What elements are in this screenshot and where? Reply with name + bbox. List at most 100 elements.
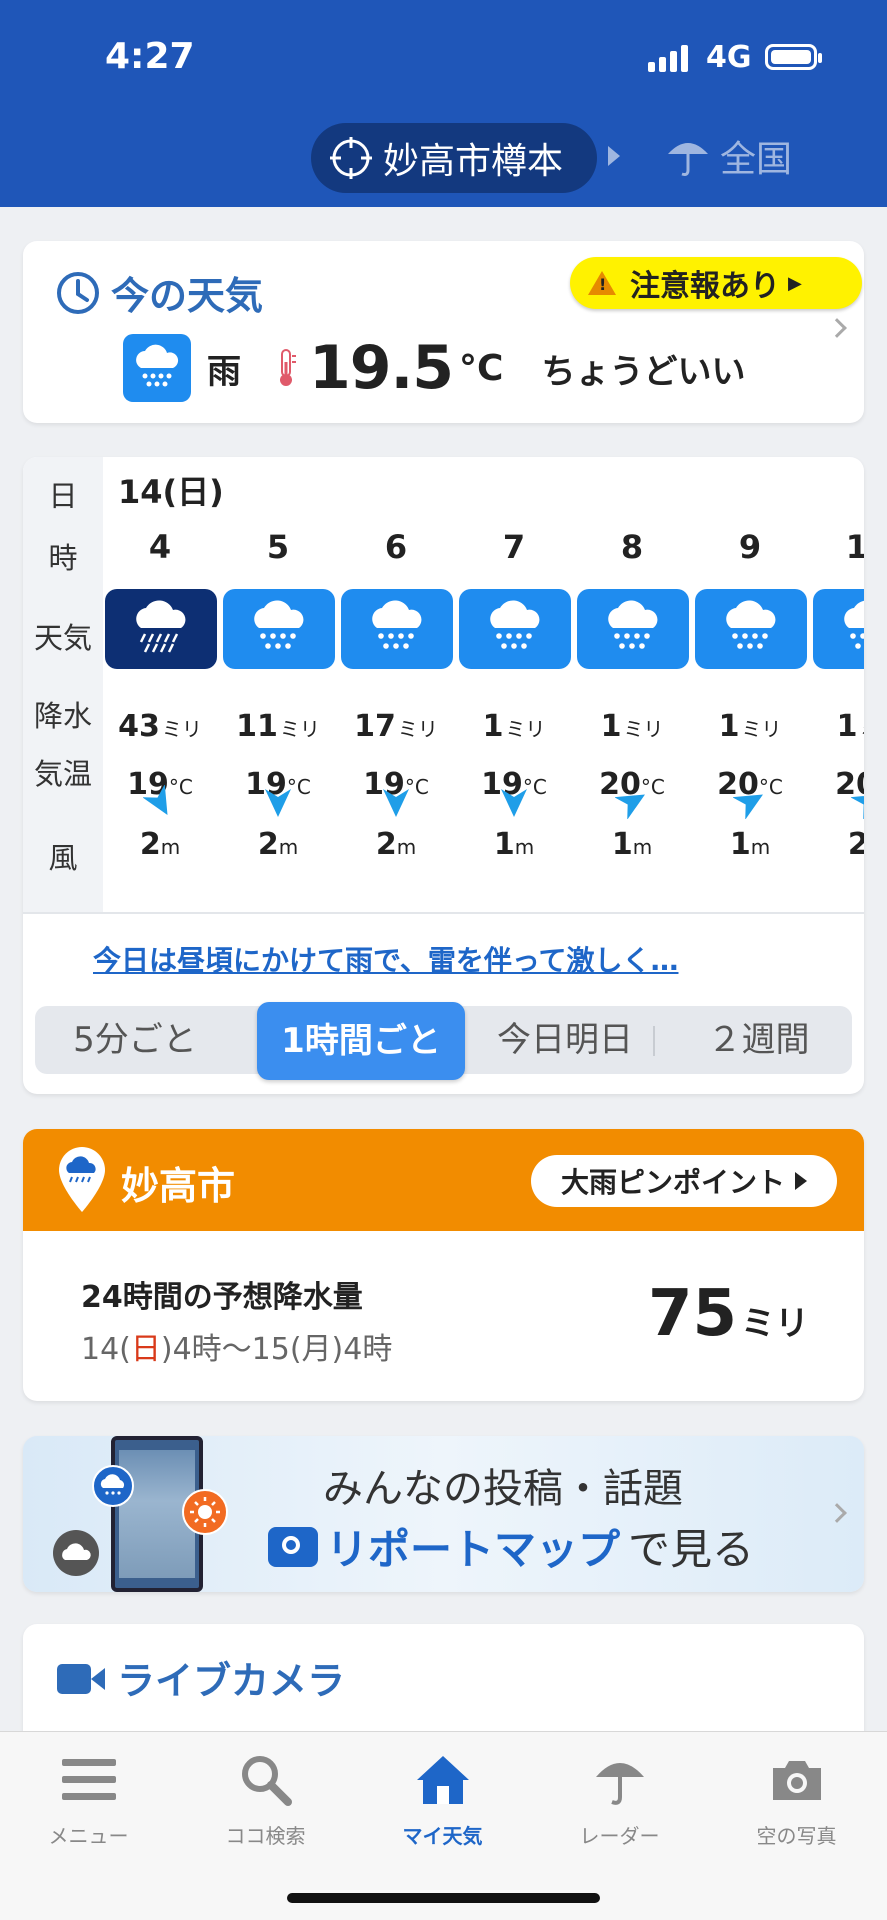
- rain-icon: [123, 334, 191, 402]
- current-weather-card[interactable]: 今の天気 注意報あり ▶ 雨 19.5 °C ちょうどいい: [23, 241, 864, 423]
- tab-menu-label: メニュー: [48, 1824, 129, 1848]
- play-icon: [795, 1172, 807, 1190]
- wind-speed: 1m: [729, 827, 771, 862]
- hour-column: 7 1 ミリ 19°C 1m: [457, 527, 571, 912]
- wind-speed: 1m: [493, 827, 535, 862]
- report-see-label: で見る: [628, 1525, 755, 1574]
- hour-label: 10: [845, 528, 864, 566]
- wind-arrow-icon: [733, 794, 763, 819]
- wind-arrow-icon: [501, 789, 527, 817]
- tab-search-label: ココ検索: [225, 1824, 306, 1848]
- search-icon: [234, 1748, 298, 1812]
- home-icon: [411, 1748, 475, 1812]
- heavy-rain-header: 妙高市 大雨ピンポイント: [23, 1129, 864, 1231]
- hourly-forecast-card: 日 時 天気 降水 気温 風 14(日) 4 43 ミリ 19°C 2m 5 11 ミリ 19°…: [23, 457, 864, 1094]
- hour-column: 9 1 ミリ 20°C 1m: [693, 527, 807, 912]
- current-temperature: 19.5: [309, 333, 454, 403]
- wind-speed: 2m: [375, 827, 417, 862]
- wind-arrow-icon: [143, 785, 168, 815]
- location-pin-icon: [59, 1147, 105, 1212]
- row-label-weather: 天気: [33, 621, 92, 655]
- chevron-right-icon: [827, 1503, 847, 1523]
- battery-icon: [765, 44, 822, 70]
- rain-24h-title: 24時間の予想降水量: [81, 1280, 363, 1315]
- temperature-unit: °C: [459, 347, 504, 389]
- report-line2: リポートマップ で見る: [268, 1516, 754, 1577]
- camera-icon: [765, 1748, 829, 1812]
- wind-speed: 1m: [611, 827, 653, 862]
- network-type: 4G: [706, 40, 752, 75]
- heavy-rain-city: 妙高市: [121, 1164, 236, 1208]
- row-label-wind: 風: [48, 841, 78, 875]
- wind-arrow-icon: [851, 794, 864, 819]
- thermometer-icon: [280, 349, 296, 386]
- hour-label: 6: [384, 528, 408, 566]
- report-map-label: リポートマップ: [326, 1525, 621, 1574]
- report-line1: みんなの投稿・話題: [323, 1466, 683, 1512]
- tab-hourly[interactable]: 1時間ごと: [257, 1002, 465, 1080]
- bottom-tab-bar: メニュー ココ検索 マイ天気 レーダー 空の写真: [0, 1731, 887, 1920]
- tab-menu[interactable]: メニュー: [0, 1748, 177, 1849]
- live-camera-title: ライブカメラ: [57, 1650, 345, 1705]
- national-label: 全国: [720, 139, 793, 180]
- tab-separator: [653, 1026, 655, 1056]
- wind-speed: 2m: [257, 827, 299, 862]
- tab-today-tomorrow[interactable]: 今日明日: [465, 1006, 665, 1074]
- report-map-banner[interactable]: みんなの投稿・話題 リポートマップ で見る: [23, 1436, 864, 1592]
- tab-my-weather[interactable]: マイ天気: [354, 1748, 531, 1849]
- clock-icon: [57, 271, 99, 314]
- row-labels: 日 時 天気 降水 気温 風: [23, 457, 103, 912]
- hour-label: 4: [148, 528, 172, 566]
- rain-24h-range: 14(日)4時～15(月)4時: [81, 1332, 393, 1367]
- hourly-strip[interactable]: 4 43 ミリ 19°C 2m 5 11 ミリ 19°C 2m 6 17 ミリ 19°C 2m 7 1 ミリ 19°…: [103, 527, 864, 912]
- tab-my-weather-label: マイ天気: [402, 1824, 483, 1848]
- tab-search[interactable]: ココ検索: [177, 1748, 354, 1849]
- location-name: 妙高市樽本: [383, 141, 564, 182]
- tab-5min[interactable]: 5分ごと: [35, 1006, 235, 1074]
- hour-label: 7: [502, 528, 526, 566]
- video-camera-icon: [57, 1660, 105, 1696]
- hour-column: 5 11 ミリ 19°C 2m: [221, 527, 335, 912]
- tab-radar-label: レーダー: [579, 1824, 660, 1848]
- forecast-summary-link[interactable]: 今日は昼頃にかけて雨で、雷を伴って激しく…: [93, 939, 678, 979]
- hour-column: 6 17 ミリ 19°C 2m: [339, 527, 453, 912]
- menu-icon: [57, 1748, 121, 1812]
- row-label-temp: 気温: [33, 757, 92, 791]
- status-time: 4:27: [105, 36, 195, 77]
- play-icon: ▶: [788, 272, 802, 294]
- sun-badge-icon: [182, 1489, 228, 1535]
- pinpoint-label: 大雨ピンポイント: [560, 1166, 785, 1199]
- hour-column: 101ミリ20°C2m: [811, 527, 864, 912]
- heavy-rain-card[interactable]: 妙高市 大雨ピンポイント 24時間の予想降水量 14(日)4時～15(月)4時 …: [23, 1129, 864, 1401]
- tab-radar[interactable]: レーダー: [531, 1748, 708, 1849]
- cloud-icon: [53, 1530, 99, 1576]
- interval-selector: 5分ごと 1時間ごと 今日明日 ２週間: [35, 1002, 852, 1080]
- rain-24h-amount: 75 ミリ: [647, 1277, 809, 1351]
- wind-arrow-icon: [615, 794, 645, 819]
- row-label-precip: 降水: [33, 699, 92, 733]
- location-selector[interactable]: 妙高市樽本: [311, 123, 597, 193]
- rain-badge-icon: [92, 1465, 134, 1507]
- tab-2weeks[interactable]: ２週間: [665, 1006, 852, 1074]
- chevron-right-icon: [608, 146, 620, 166]
- wind-speed: 2m: [847, 827, 864, 862]
- tab-sky-photo-label: 空の写真: [756, 1824, 837, 1848]
- crosshair-icon: [330, 137, 372, 179]
- forecast-date: 14(日): [118, 473, 224, 511]
- hour-column: 8 1 ミリ 20°C 1m: [575, 527, 689, 912]
- umbrella-icon: [668, 143, 708, 176]
- app-header: 4:27 4G 妙高市樽本 全国: [0, 0, 887, 207]
- hour-label: 8: [620, 528, 644, 566]
- current-weather-text: 雨: [207, 351, 241, 392]
- home-indicator: [287, 1893, 600, 1903]
- heavy-rain-pinpoint-button[interactable]: 大雨ピンポイント: [531, 1155, 837, 1207]
- current-weather-title: 今の天気: [55, 265, 263, 320]
- hour-label: 9: [738, 528, 762, 566]
- tab-sky-photo[interactable]: 空の写真: [708, 1748, 885, 1849]
- row-label-hour: 時: [48, 541, 78, 575]
- feels-like-text: ちょうどいい: [541, 351, 746, 392]
- hour-column: 4 43 ミリ 19°C 2m: [103, 527, 217, 912]
- national-tab[interactable]: 全国: [664, 130, 792, 182]
- alert-badge[interactable]: 注意報あり ▶: [570, 257, 862, 309]
- hour-label: 5: [266, 528, 290, 566]
